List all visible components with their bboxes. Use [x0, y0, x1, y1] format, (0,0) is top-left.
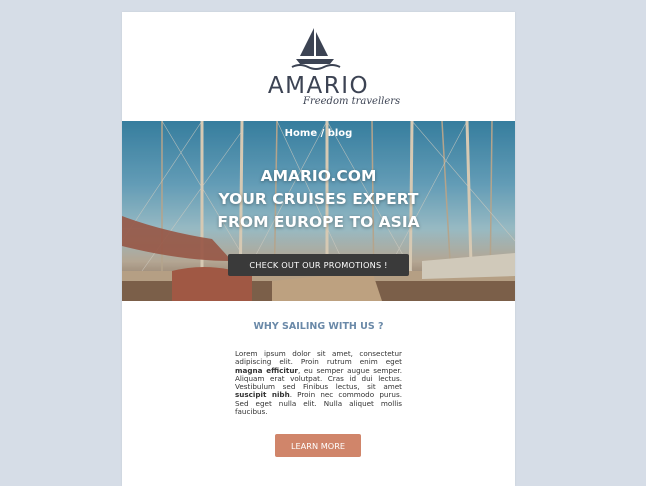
headline-line: AMARIO.COM	[260, 167, 377, 185]
headline-line: FROM EUROPE TO ASIA	[217, 213, 420, 231]
brand-tagline: Freedom travellers	[303, 96, 401, 107]
sailboat-icon	[291, 28, 341, 70]
learn-more-button[interactable]: LEARN MORE	[275, 434, 361, 457]
promotions-button[interactable]: CHECK OUT OUR PROMOTIONS !	[228, 254, 409, 276]
hero-banner: Home / blog AMARIO.COM YOUR CRUISES EXPE…	[122, 121, 515, 301]
breadcrumb[interactable]: Home / blog	[122, 128, 515, 139]
section-body: Lorem ipsum dolor sit amet, consectetur …	[235, 349, 402, 416]
email-card: AMARIO Freedom travellers Home / blog AM…	[122, 12, 515, 486]
section-title: WHY SAILING WITH US ?	[253, 321, 384, 332]
body-text-span: Lorem ipsum dolor sit amet, consectetur …	[235, 349, 402, 367]
header-logo: AMARIO Freedom travellers	[122, 12, 515, 122]
hero-headline: AMARIO.COM YOUR CRUISES EXPERT FROM EURO…	[122, 165, 515, 234]
headline-line: YOUR CRUISES EXPERT	[218, 190, 419, 208]
